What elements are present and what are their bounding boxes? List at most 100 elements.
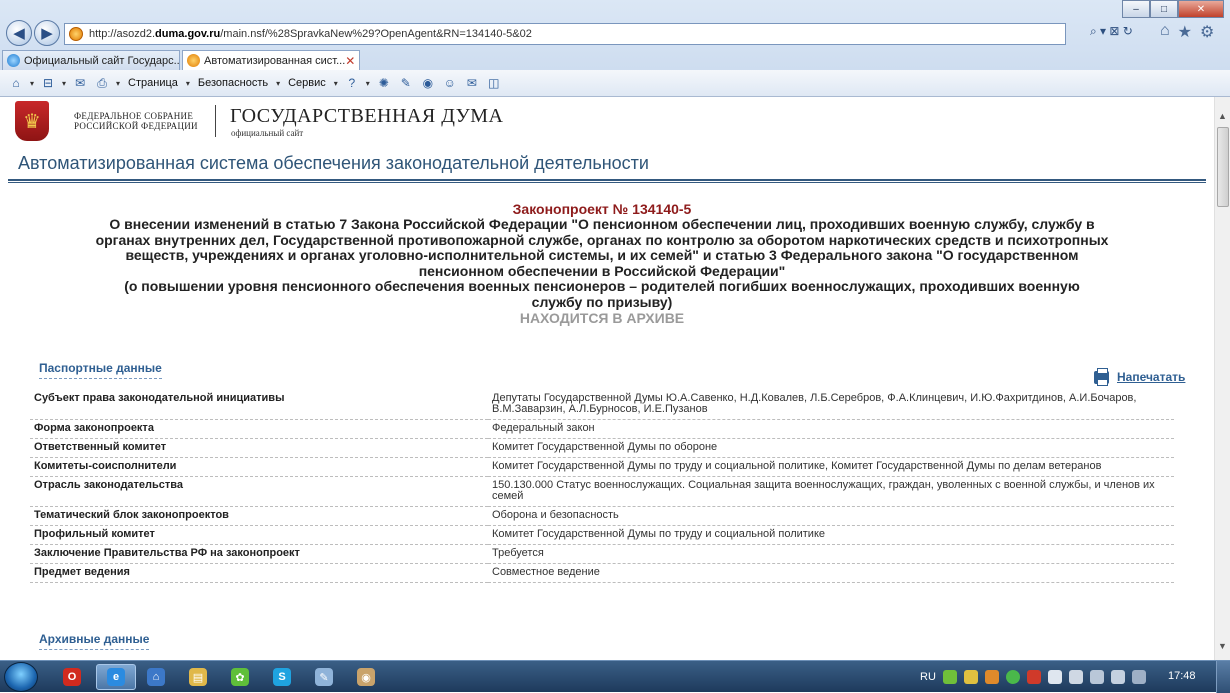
tray-app-icon[interactable] [984,670,999,684]
reader-icon[interactable]: ◫ [486,75,502,91]
chevron-down-icon[interactable]: ▾ [276,79,280,88]
chevron-down-icon[interactable]: ▾ [366,79,370,88]
chevron-down-icon[interactable]: ▾ [334,79,338,88]
opera-icon: O [63,668,81,686]
taskbar-opera-button[interactable]: O [52,664,92,690]
tray-app-icon[interactable] [1047,670,1062,684]
field-label: Предмет ведения [30,563,488,583]
tools-menu[interactable]: Сервис [286,77,328,89]
back-button[interactable]: ◀ [6,20,32,46]
print-label: Напечатать [1117,370,1186,384]
clock[interactable]: 17:48 [1168,670,1196,682]
table-row: Предмет ведения Совместное ведение [30,563,1174,583]
network-icon: ⌂ [147,668,165,686]
bill-header: Законопроект № 134140-5 О внесении измен… [0,201,1204,326]
mail-icon[interactable]: ✉ [72,75,88,91]
addon-icon[interactable]: ✺ [376,75,392,91]
site-favicon-icon [69,27,83,41]
language-indicator[interactable]: RU [920,671,936,683]
help-icon[interactable]: ? [344,75,360,91]
notepad-icon: ✎ [315,668,333,686]
url-domain: duma.gov.ru [155,28,221,40]
tab-label: Автоматизированная сист... [204,54,346,67]
taskbar-ie-button[interactable]: e [96,664,136,690]
home-icon[interactable]: ⌂ [8,75,24,91]
taskbar-skype-button[interactable]: S [262,664,302,690]
chevron-down-icon[interactable]: ▾ [30,79,34,88]
flag-icon[interactable] [1068,670,1083,684]
tab-automated-system[interactable]: Автоматизированная сист... ✕ [182,50,360,70]
print-link[interactable]: Напечатать [1094,367,1186,386]
bill-status: НАХОДИТСЯ В АРХИВЕ [519,310,685,326]
research-icon[interactable]: ✎ [398,75,414,91]
print-icon[interactable]: ⎙ [94,75,110,91]
tray-app-icon[interactable] [1026,670,1041,684]
page-menu[interactable]: Страница [126,77,180,89]
network-icon[interactable] [1089,670,1104,684]
browser-toolbar-icons: ⌂ ★ ⚙ [1160,22,1214,42]
scroll-thumb[interactable] [1217,127,1229,207]
site-header: ♛ Федеральное собрание Российской Федера… [0,97,1214,147]
gear-icon[interactable]: ⚙ [1200,22,1214,42]
title-rule [8,179,1206,183]
field-value: Федеральный закон [488,419,1174,439]
coat-of-arms-icon[interactable]: ♛ [15,101,49,141]
table-row: Заключение Правительства РФ на законопро… [30,544,1174,564]
chevron-down-icon[interactable]: ▾ [186,79,190,88]
field-label: Тематический блок законопроектов [30,506,488,526]
system-tray: RU [920,661,1146,693]
command-bar: ⌂ ▾ ⊟ ▾ ✉ ⎙ ▾ Страница ▾ Безопасность ▾ Серви… [0,70,1230,97]
taskbar-explorer-button[interactable]: ▤ [178,664,218,690]
taskbar-icq-button[interactable]: ✿ [220,664,260,690]
field-label: Отрасль законодательства [30,476,488,507]
tray-app-icon[interactable] [942,670,957,684]
table-row: Профильный комитет Комитет Государственно… [30,525,1174,545]
browser-chrome: – □ ✕ ◀ ▶ http://asozd2. duma.gov.ru/main… [0,0,1230,97]
address-bar[interactable]: http://asozd2. duma.gov.ru/main.nsf/%28Sp… [64,23,1066,45]
maximize-button[interactable]: □ [1150,0,1178,18]
taskbar-network-button[interactable]: ⌂ [136,664,176,690]
vertical-scrollbar[interactable]: ▲ ▼ [1214,97,1230,660]
volume-icon[interactable] [1110,670,1125,684]
tabs-row: Официальный сайт Государс... Автоматизир… [0,48,1230,70]
window-controls: – □ ✕ [1122,0,1224,18]
feeds-icon[interactable]: ⊟ [40,75,56,91]
table-row: Субъект права законодательной инициативы… [30,390,1174,420]
field-value: Требуется [488,544,1174,564]
home-icon[interactable]: ⌂ [1160,22,1170,42]
favorites-icon[interactable]: ★ [1178,22,1192,42]
field-label: Комитеты-соисполнители [30,457,488,477]
tab-official-site[interactable]: Официальный сайт Государс... [2,50,180,70]
minimize-button[interactable]: – [1122,0,1150,18]
ie-icon: e [107,668,125,686]
safety-menu[interactable]: Безопасность [196,77,270,89]
chevron-down-icon[interactable]: ▾ [116,79,120,88]
duma-title[interactable]: ГОСУДАРСТВЕННАЯ ДУМА [230,105,503,128]
forward-button[interactable]: ▶ [34,20,60,46]
scroll-up-icon[interactable]: ▲ [1218,111,1227,121]
close-tab-icon[interactable]: ✕ [345,54,355,68]
passport-section-heading[interactable]: Паспортные данные [39,361,162,379]
messenger-icon[interactable]: ✉ [464,75,480,91]
show-desktop-button[interactable] [1216,661,1230,693]
explorer-icon: ▤ [189,668,207,686]
start-button[interactable] [4,662,38,692]
tray-app-icon[interactable] [963,670,978,684]
address-tools[interactable]: ⌕ ▾ ⊠ ↻ [1090,24,1133,39]
icq-tray-icon[interactable] [1005,670,1020,684]
taskbar-notepad-button[interactable]: ✎ [304,664,344,690]
navigation-row: ◀ ▶ http://asozd2. duma.gov.ru/main.nsf/%… [0,18,1230,48]
taskbar-paint-button[interactable]: ◉ [346,664,386,690]
bill-title: О внесении изменений в статью 7 Закона Р… [95,216,1109,279]
tray-app-icon[interactable] [1131,670,1146,684]
close-window-button[interactable]: ✕ [1178,0,1224,18]
url-path: /main.nsf/%28SpravkaNew%29?OpenAgent&RN=… [220,28,532,40]
skype-icon[interactable]: ☺ [442,75,458,91]
chevron-down-icon[interactable]: ▾ [62,79,66,88]
archive-section-heading[interactable]: Архивные данные [39,632,150,650]
bill-number: Законопроект № 134140-5 [512,201,692,217]
icq-icon[interactable]: ◉ [420,75,436,91]
scroll-down-icon[interactable]: ▼ [1218,641,1227,651]
bill-subtitle: (о повышении уровня пенсионного обеспече… [124,278,1080,310]
passport-table: Субъект права законодательной инициативы… [30,390,1174,583]
